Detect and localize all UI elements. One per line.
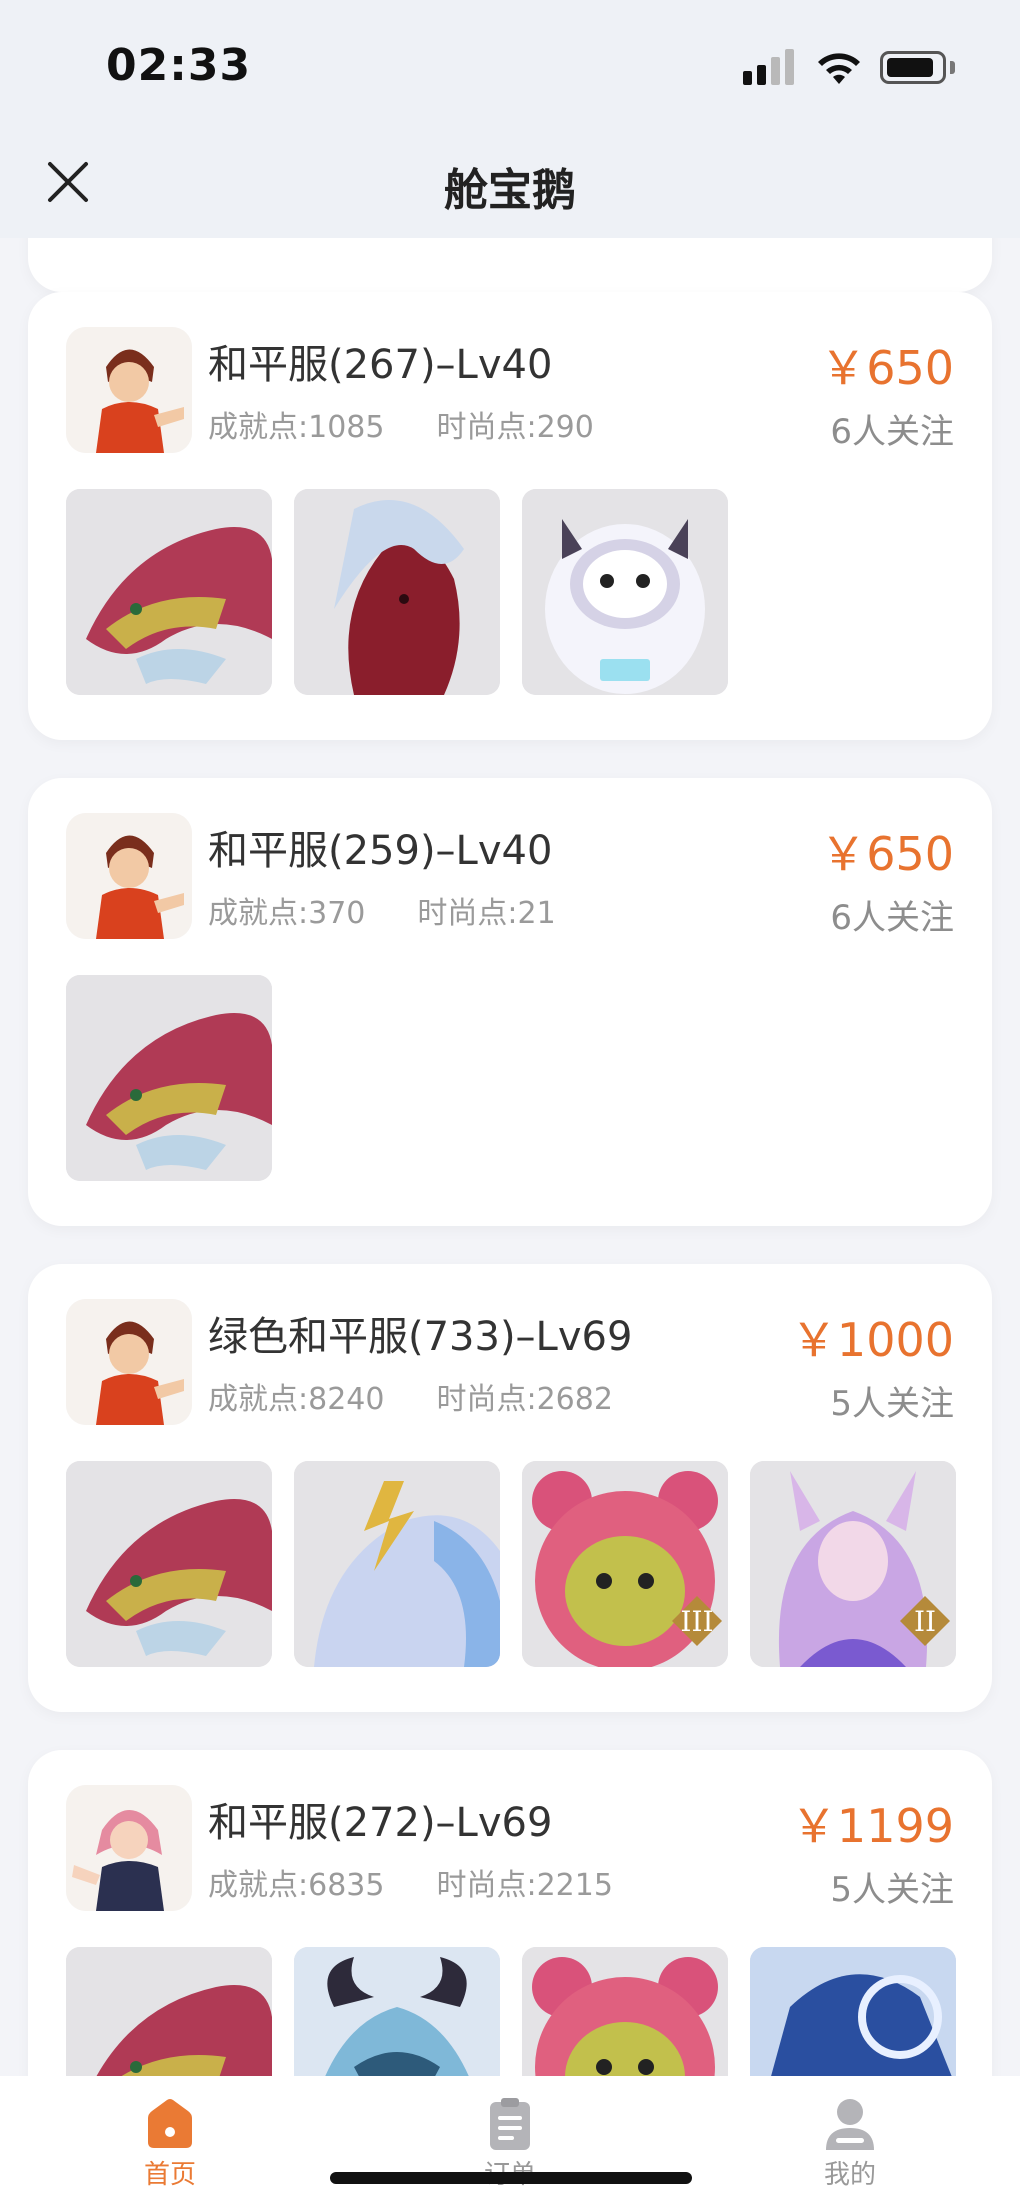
order-icon	[490, 2098, 530, 2150]
battery-icon	[880, 51, 946, 84]
page-title: 舱宝鹅	[444, 165, 576, 216]
item-thumbnails	[66, 489, 728, 695]
listing-price: ￥1199	[790, 1799, 954, 1853]
svg-text:III: III	[680, 1605, 713, 1638]
listing-title: 和平服(267)–Lv40	[208, 342, 553, 388]
home-indicator	[330, 2172, 692, 2184]
listing-feed[interactable]: 和平服(267)–Lv40 成就点:1085 时尚点:290 ￥650 6人关注	[0, 238, 1020, 2076]
fashion-points: 时尚点:2682	[436, 1382, 613, 1417]
item-thumbnail-horse[interactable]	[294, 489, 500, 695]
fashion-points: 时尚点:21	[417, 896, 556, 931]
follower-count: 6人关注	[830, 898, 954, 938]
follower-count: 6人关注	[830, 412, 954, 452]
item-thumbnail-pink-bear[interactable]: III	[522, 1461, 728, 1667]
listing-card[interactable]: 和平服(259)–Lv40 成就点:370 时尚点:21 ￥650 6人关注	[28, 778, 992, 1226]
item-thumbnail-ice-horse[interactable]	[294, 1461, 500, 1667]
item-thumbnail-blue-armor[interactable]	[750, 1947, 956, 2076]
listing-stats: 成就点:1085 时尚点:290	[208, 402, 594, 446]
listing-price: ￥650	[820, 827, 954, 881]
listing-stats: 成就点:6835 时尚点:2215	[208, 1860, 613, 1904]
account-avatar	[66, 1299, 192, 1425]
account-avatar	[66, 813, 192, 939]
home-icon	[148, 2099, 192, 2148]
tab-home[interactable]: 首页	[70, 2096, 270, 2191]
status-bar: 02:33	[0, 0, 1020, 130]
listing-card[interactable]: 绿色和平服(733)–Lv69 成就点:8240 时尚点:2682 ￥1000 5…	[28, 1264, 992, 1712]
svg-text:II: II	[914, 1605, 936, 1638]
fashion-points: 时尚点:2215	[436, 1868, 613, 1903]
item-thumbnail-fox-girl[interactable]: II	[750, 1461, 956, 1667]
achievement-points: 成就点:8240	[208, 1382, 385, 1417]
account-avatar	[66, 1785, 192, 1911]
follower-count: 5人关注	[830, 1384, 954, 1424]
item-thumbnails	[66, 1947, 956, 2076]
listing-title: 绿色和平服(733)–Lv69	[208, 1314, 633, 1360]
item-thumbnail-blue-dragon[interactable]	[294, 1947, 500, 2076]
item-thumbnail-dragon[interactable]	[66, 975, 272, 1181]
achievement-points: 成就点:370	[208, 896, 366, 931]
follower-count: 5人关注	[830, 1870, 954, 1910]
tab-profile[interactable]: 我的	[750, 2096, 950, 2191]
bottom-tab-bar: 首页 订单 我的	[0, 2076, 1020, 2207]
listing-card[interactable]: 和平服(272)–Lv69 成就点:6835 时尚点:2215 ￥1199 5人关…	[28, 1750, 992, 2076]
item-thumbnail-dragon[interactable]	[66, 489, 272, 695]
item-thumbnail-dragon[interactable]	[66, 1947, 272, 2076]
listing-title: 和平服(259)–Lv40	[208, 828, 553, 874]
item-thumbnail-pink-bear[interactable]	[522, 1947, 728, 2076]
cellular-signal-icon	[743, 49, 797, 85]
tab-profile-label: 我的	[823, 2160, 876, 2190]
nav-bar: 舱宝鹅	[0, 130, 1020, 238]
achievement-points: 成就点:1085	[208, 410, 385, 445]
listing-card-partial[interactable]	[28, 238, 992, 292]
profile-icon	[826, 2099, 874, 2150]
listing-stats: 成就点:370 时尚点:21	[208, 888, 556, 932]
listing-price: ￥650	[820, 341, 954, 395]
fashion-points: 时尚点:290	[436, 410, 594, 445]
status-time: 02:33	[106, 40, 252, 91]
item-thumbnail-cow-pet[interactable]	[522, 489, 728, 695]
item-thumbnails	[66, 975, 272, 1181]
listing-price: ￥1000	[790, 1313, 954, 1367]
listing-stats: 成就点:8240 时尚点:2682	[208, 1374, 613, 1418]
item-thumbnails: III II	[66, 1461, 956, 1667]
item-thumbnail-dragon[interactable]	[66, 1461, 272, 1667]
achievement-points: 成就点:6835	[208, 1868, 385, 1903]
wifi-icon	[818, 53, 860, 84]
tab-home-label: 首页	[143, 2160, 196, 2190]
account-avatar	[66, 327, 192, 453]
listing-card[interactable]: 和平服(267)–Lv40 成就点:1085 时尚点:290 ￥650 6人关注	[28, 292, 992, 740]
listing-title: 和平服(272)–Lv69	[208, 1800, 553, 1846]
